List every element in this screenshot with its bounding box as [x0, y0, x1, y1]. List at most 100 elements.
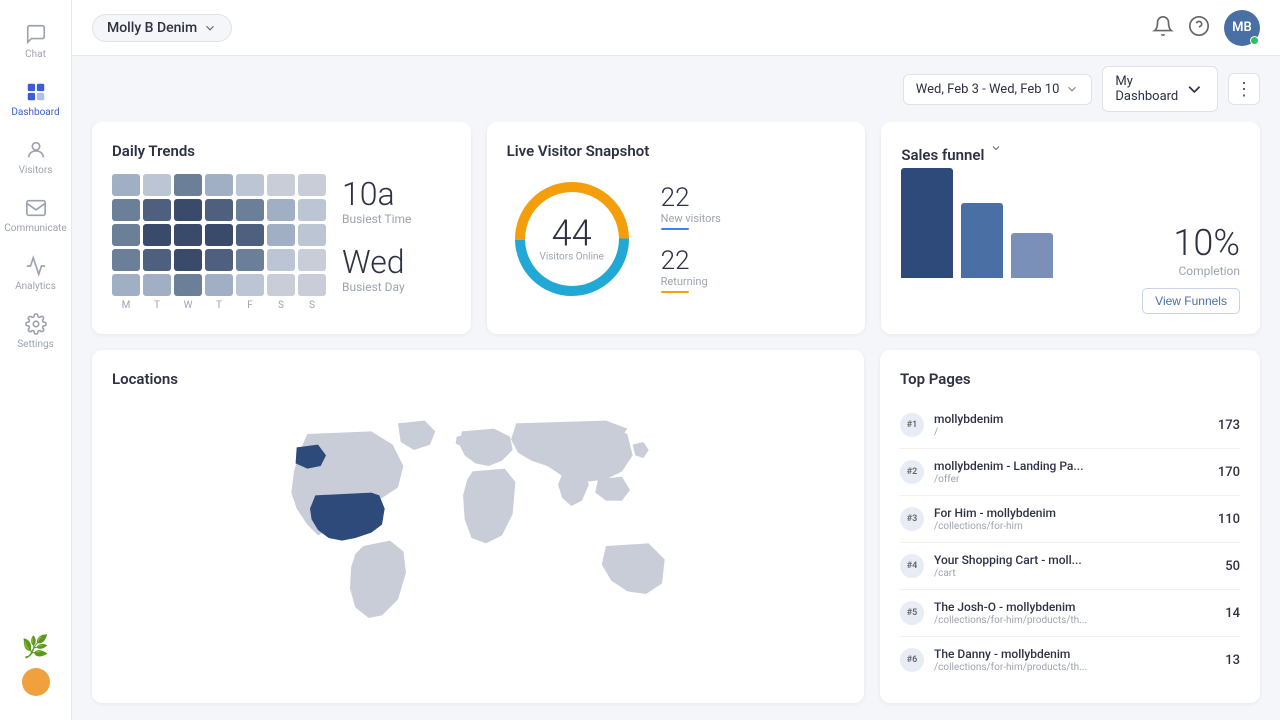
page-rank-5: #5 — [900, 601, 924, 625]
sidebar-item-visitors[interactable]: Visitors — [0, 128, 71, 186]
sales-funnel-title: Sales funnel — [901, 146, 984, 164]
trends-stats: 10a Busiest Time Wed Busiest Day — [342, 174, 411, 294]
heatmap-cell — [174, 274, 202, 296]
heatmap-cell — [267, 199, 295, 221]
day-label-w: W — [174, 300, 202, 311]
heatmap-cell — [143, 174, 171, 196]
heatmap-cell — [174, 249, 202, 271]
world-map-svg — [112, 402, 844, 642]
day-label-f: F — [236, 300, 264, 311]
heatmap-cell — [205, 199, 233, 221]
funnel-footer: View Funnels — [901, 288, 1240, 314]
heatmap-cell — [298, 274, 326, 296]
date-range-picker[interactable]: Wed, Feb 3 - Wed, Feb 10 — [903, 74, 1093, 105]
visitor-stats: 22 New visitors 22 Returning — [661, 185, 721, 293]
dashboard-content: Daily Trends — [72, 122, 1280, 720]
user-avatar[interactable]: MB — [1224, 10, 1260, 46]
funnel-pct: 10% — [1173, 222, 1240, 264]
heatmap-cell — [205, 249, 233, 271]
heatmap-cell — [205, 274, 233, 296]
heatmap-cell — [236, 249, 264, 271]
se-asia-region — [595, 477, 630, 501]
main-content: Molly B Denim MB — [72, 0, 1280, 720]
sidebar-item-dashboard[interactable]: Dashboard — [0, 70, 71, 128]
heatmap-cell — [298, 174, 326, 196]
heatmap-cell — [112, 174, 140, 196]
funnel-bars — [901, 168, 1157, 278]
help-icon[interactable] — [1188, 15, 1210, 41]
sidebar-item-analytics[interactable]: Analytics — [0, 244, 71, 302]
new-visitors-line — [661, 228, 689, 230]
sidebar-item-communicate[interactable]: Communicate — [0, 186, 71, 244]
sidebar-item-settings[interactable]: Settings — [0, 302, 71, 360]
sidebar-item-chat[interactable]: Chat — [0, 12, 71, 70]
sidebar: Chat Dashboard Visitors Co — [0, 0, 72, 720]
topbar-right: MB — [1152, 10, 1260, 46]
visitors-online-label: Visitors Online — [539, 252, 603, 263]
funnel-completion: 10% Completion — [1173, 222, 1240, 278]
list-item: #2 mollybdenim - Landing Pa... /offer 17… — [900, 449, 1240, 496]
locations-card: Locations — [92, 350, 864, 703]
funnel-bar-1 — [901, 168, 953, 278]
heatmap-cell — [267, 174, 295, 196]
page-count-2: 170 — [1218, 465, 1240, 480]
busiest-time-stat: 10a Busiest Time — [342, 178, 411, 226]
locations-title: Locations — [112, 370, 844, 388]
busiest-time-value: 10a — [342, 178, 411, 210]
page-rank-3: #3 — [900, 507, 924, 531]
new-visitors-label: New visitors — [661, 212, 721, 225]
store-selector[interactable]: Molly B Denim — [92, 14, 232, 42]
top-row: Daily Trends — [92, 122, 1260, 334]
communicate-icon — [24, 196, 48, 220]
daily-trends-card: Daily Trends — [92, 122, 471, 334]
more-options-button[interactable]: ⋮ — [1228, 73, 1260, 105]
sidebar-bottom: 🌿 — [22, 635, 50, 708]
heatmap-cell — [205, 224, 233, 246]
heatmap-cell — [236, 224, 264, 246]
heatmap-cell — [298, 249, 326, 271]
heatmap-cell — [205, 174, 233, 196]
list-item: #6 The Danny - mollybdenim /collections/… — [900, 637, 1240, 683]
funnel-bar-3 — [1011, 233, 1053, 278]
busiest-day-label: Busiest Day — [342, 280, 411, 294]
funnel-chevron-icon[interactable] — [990, 142, 1002, 154]
page-rank-4: #4 — [900, 554, 924, 578]
view-funnels-button[interactable]: View Funnels — [1142, 288, 1240, 314]
day-label-t2: T — [205, 300, 233, 311]
heatmap-cell — [112, 249, 140, 271]
analytics-icon — [24, 254, 48, 278]
heatmap-grid — [112, 174, 326, 296]
south-america-region — [350, 541, 406, 618]
heatmap-cell — [174, 224, 202, 246]
chat-icon — [24, 22, 48, 46]
avatar-online-dot — [1250, 36, 1259, 45]
heatmap-cell — [143, 224, 171, 246]
page-info-2: mollybdenim - Landing Pa... /offer — [934, 459, 1208, 485]
busiest-day-stat: Wed Busiest Day — [342, 246, 411, 294]
list-item: #1 mollybdenim / 173 — [900, 402, 1240, 449]
top-pages-card: Top Pages #1 mollybdenim / 173 #2 mollyb… — [880, 350, 1260, 703]
africa-region — [463, 469, 515, 544]
heatmap-cell — [236, 274, 264, 296]
top-pages-title: Top Pages — [900, 370, 1240, 388]
dashboard-icon — [24, 80, 48, 104]
dashboard-picker[interactable]: My Dashboard — [1102, 66, 1218, 112]
new-visitors-stat: 22 New visitors — [661, 185, 721, 230]
visitors-online-number: 44 — [539, 216, 603, 252]
funnel-bar-2 — [961, 203, 1003, 278]
page-count-6: 13 — [1225, 653, 1240, 668]
heatmap-wrapper: M T W T F S S — [112, 174, 326, 311]
heatmap-cell — [298, 199, 326, 221]
heatmap-cell — [112, 199, 140, 221]
list-item: #5 The Josh-O - mollybdenim /collections… — [900, 590, 1240, 637]
visitors-icon — [24, 138, 48, 162]
sidebar-leaf-icon[interactable]: 🌿 — [22, 635, 49, 660]
heatmap-days: M T W T F S S — [112, 300, 326, 311]
notification-icon[interactable] — [1152, 15, 1174, 41]
page-count-3: 110 — [1218, 512, 1240, 527]
sidebar-user-dot[interactable] — [22, 668, 50, 696]
topbar: Molly B Denim MB — [72, 0, 1280, 56]
page-rank-1: #1 — [900, 413, 924, 437]
chevron-down-icon — [203, 21, 217, 35]
returning-line — [661, 291, 689, 293]
